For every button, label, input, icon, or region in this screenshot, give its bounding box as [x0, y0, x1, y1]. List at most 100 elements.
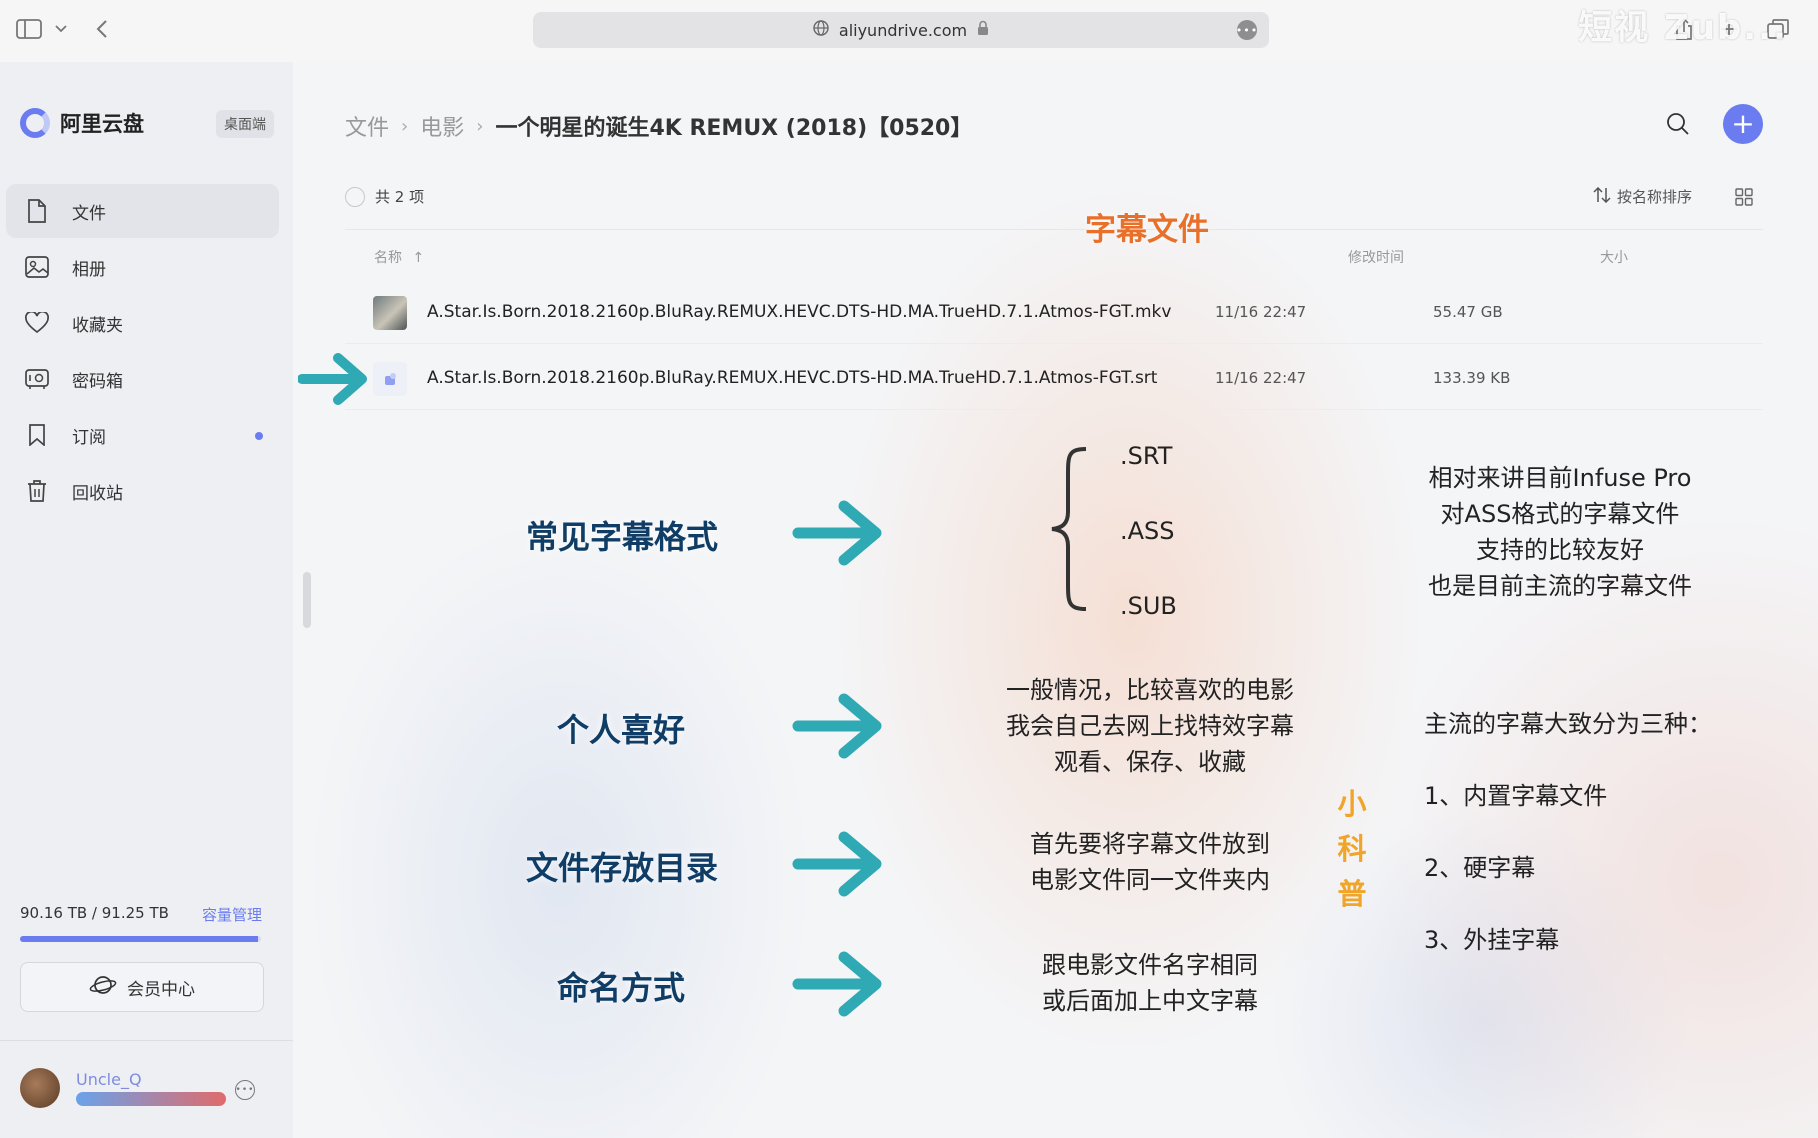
table-row[interactable]: A.Star.Is.Born.2018.2160p.BluRay.REMUX.H… — [345, 280, 1763, 344]
breadcrumb: 文件 › 电影 › 一个明星的诞生4K REMUX (2018)【0520】 — [345, 110, 972, 142]
chevron-right-icon: › — [401, 115, 409, 137]
app-logo[interactable]: 阿里云盘 — [20, 108, 144, 138]
note-line: 观看、保存、收藏 — [1054, 748, 1246, 776]
tips-char: 小 — [1337, 787, 1367, 821]
arrow-right-icon — [792, 693, 882, 759]
sort-label: 按名称排序 — [1617, 188, 1693, 206]
browser-toolbar: aliyundrive.com ••• 短视 Zub... — [0, 0, 1818, 62]
tips-vertical-label: 小 科 普 — [1336, 782, 1368, 917]
sidebar-nav: 文件 相册 收藏夹 密码箱 订阅 回收站 — [6, 184, 279, 520]
arrow-right-icon — [792, 831, 882, 897]
sidebar-item-label: 收藏夹 — [72, 315, 123, 336]
file-size: 133.39 KB — [1433, 369, 1511, 387]
breadcrumb-files[interactable]: 文件 — [345, 110, 389, 142]
username-redaction — [76, 1092, 226, 1106]
search-icon[interactable] — [1666, 112, 1690, 140]
column-header-size[interactable]: 大小 — [1600, 247, 1628, 267]
file-name[interactable]: A.Star.Is.Born.2018.2160p.BluRay.REMUX.H… — [427, 368, 1157, 388]
sidebar-item-album[interactable]: 相册 — [6, 240, 279, 294]
sidebar-toggle-icon[interactable] — [16, 18, 42, 40]
type-item: 3、外挂字幕 — [1424, 926, 1560, 954]
avatar[interactable] — [20, 1068, 60, 1108]
sidebar-item-label: 文件 — [72, 203, 106, 224]
divider — [0, 1040, 293, 1041]
arrow-right-icon — [792, 951, 882, 1017]
sidebar-item-favorites[interactable]: 收藏夹 — [6, 296, 279, 350]
column-header-modified[interactable]: 修改时间 — [1348, 247, 1404, 267]
safe-icon — [24, 366, 50, 392]
sidebar: 阿里云盘 桌面端 文件 相册 收藏夹 密码箱 订阅 回收站 90.16 TB /… — [0, 62, 293, 1138]
format-ass: .ASS — [1120, 517, 1175, 545]
note-line: 跟电影文件名字相同 — [1042, 951, 1258, 979]
username[interactable]: Uncle_Q — [76, 1070, 142, 1089]
storage-manage-link[interactable]: 容量管理 — [202, 904, 262, 925]
type-item: 1、内置字幕文件 — [1424, 782, 1608, 810]
sort-button[interactable]: 按名称排序 — [1593, 186, 1692, 207]
desktop-badge[interactable]: 桌面端 — [216, 110, 274, 138]
label-common-formats: 常见字幕格式 — [526, 518, 719, 556]
globe-icon — [813, 20, 829, 40]
planet-icon — [89, 974, 117, 1001]
subtitle-file-icon — [373, 362, 407, 396]
overlay-title: 字幕文件 — [1085, 212, 1209, 248]
arrow-right-icon — [298, 353, 367, 405]
storage-text: 90.16 TB / 91.25 TB — [20, 904, 169, 922]
naming-note: 跟电影文件名字相同 或后面加上中文字幕 — [990, 947, 1310, 1019]
note-line: 相对来讲目前Infuse Pro — [1428, 464, 1692, 492]
note-line: 首先要将字幕文件放到 — [1030, 830, 1270, 858]
plus-icon: + — [1731, 107, 1755, 140]
sidebar-item-label: 相册 — [72, 259, 106, 280]
aliyun-drive-logo-icon — [20, 108, 50, 138]
type-item: 2、硬字幕 — [1424, 854, 1536, 882]
tips-char: 科 — [1337, 832, 1367, 866]
back-icon[interactable] — [92, 18, 112, 40]
address-bar[interactable]: aliyundrive.com ••• — [533, 12, 1269, 48]
video-thumbnail — [373, 296, 407, 330]
add-button[interactable]: + — [1723, 104, 1763, 144]
bookmark-icon — [24, 422, 50, 448]
sidebar-item-files[interactable]: 文件 — [6, 184, 279, 238]
sidebar-item-trash[interactable]: 回收站 — [6, 464, 279, 518]
select-all-checkbox[interactable] — [345, 186, 365, 207]
watermark: 短视 Zub... — [1578, 8, 1788, 48]
file-name[interactable]: A.Star.Is.Born.2018.2160p.BluRay.REMUX.H… — [427, 302, 1171, 322]
note-line: 一般情况，比较喜欢的电影 — [1006, 676, 1294, 704]
sidebar-item-safe[interactable]: 密码箱 — [6, 352, 279, 406]
lock-icon — [977, 20, 989, 40]
item-count: 共 2 项 — [375, 188, 425, 206]
column-name-label: 名称 — [374, 250, 402, 266]
note-line: 电影文件同一文件夹内 — [1030, 866, 1270, 894]
more-icon[interactable]: ••• — [1236, 20, 1257, 40]
member-center-button[interactable]: 会员中心 — [20, 962, 264, 1012]
trash-icon — [24, 478, 50, 504]
file-date: 11/16 22:47 — [1215, 303, 1307, 321]
sidebar-item-label: 订阅 — [72, 427, 106, 448]
url-text: aliyundrive.com — [838, 20, 968, 40]
sidebar-item-label: 回收站 — [72, 483, 123, 504]
app-name: 阿里云盘 — [60, 112, 144, 136]
column-header-name[interactable]: 名称 ↑ — [374, 247, 424, 267]
tips-char: 普 — [1337, 877, 1367, 911]
user-more-icon[interactable]: ••• — [235, 1080, 255, 1100]
types-title: 主流的字幕大致分为三种： — [1424, 710, 1712, 738]
breadcrumb-movies[interactable]: 电影 — [420, 110, 464, 142]
note-line: 或后面加上中文字幕 — [1042, 987, 1258, 1015]
note-line: 对ASS格式的字幕文件 — [1440, 500, 1680, 528]
arrow-up-icon: ↑ — [412, 250, 425, 266]
breadcrumb-current-folder: 一个明星的诞生4K REMUX (2018)【0520】 — [495, 116, 973, 141]
chevron-down-icon[interactable] — [54, 22, 68, 36]
select-all-row: 共 2 项 — [345, 186, 424, 207]
label-naming: 命名方式 — [557, 969, 686, 1007]
album-icon — [24, 254, 50, 280]
heart-icon — [24, 310, 50, 336]
member-center-label: 会员中心 — [127, 979, 195, 1000]
note-line: 我会自己去网上找特效字幕 — [1006, 712, 1294, 740]
grid-view-icon[interactable] — [1735, 188, 1753, 210]
storage-info: 90.16 TB / 91.25 TB 容量管理 — [20, 904, 262, 925]
sidebar-item-subscriptions[interactable]: 订阅 — [6, 408, 279, 462]
table-row[interactable]: A.Star.Is.Born.2018.2160p.BluRay.REMUX.H… — [345, 346, 1763, 410]
label-preference: 个人喜好 — [557, 711, 686, 749]
note-line: 支持的比较友好 — [1476, 536, 1644, 564]
arrow-right-icon — [792, 500, 882, 566]
curly-brace — [1051, 447, 1087, 611]
